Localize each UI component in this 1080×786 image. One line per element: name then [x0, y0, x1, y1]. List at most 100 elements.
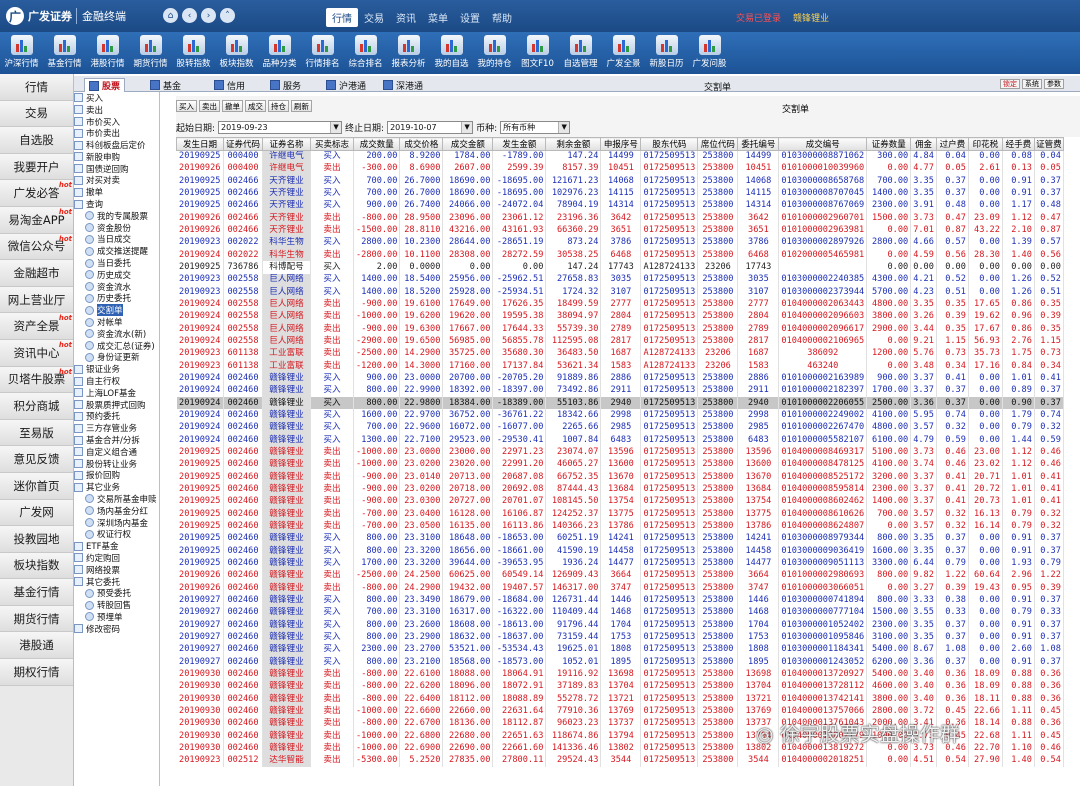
- table-row[interactable]: 20190926 002466 天齐锂业 卖出 -1500.00 28.8110 43216…: [176, 224, 1064, 237]
- start-date-field[interactable]: 2019-09-23 ▼: [218, 120, 343, 134]
- tree-item[interactable]: 历史成交: [74, 269, 159, 281]
- left-nav-item[interactable]: 资讯中心 hot: [0, 339, 73, 367]
- left-nav-item[interactable]: 我要开户: [0, 153, 73, 181]
- tree-item[interactable]: 交割单: [74, 304, 159, 317]
- column-header[interactable]: 委托编号: [737, 137, 780, 151]
- table-row[interactable]: 20190925 002466 天齐锂业 买入 700.00 26.7000 18690.0…: [176, 187, 1064, 200]
- table-row[interactable]: 20190925 002460 赣锋锂业 卖出 -1000.00 23.0000 23000…: [176, 446, 1064, 459]
- table-row[interactable]: 20190927 002460 赣锋锂业 买入 800.00 23.3490 18679.0…: [176, 594, 1064, 607]
- tree-item[interactable]: 预埋单: [74, 611, 159, 623]
- menu-item[interactable]: 菜单: [422, 8, 454, 27]
- column-header[interactable]: 申报序号: [600, 137, 642, 151]
- tree-item[interactable]: 预约委托: [74, 411, 159, 422]
- toolbar-button[interactable]: 基金行情: [43, 32, 86, 74]
- tree-item[interactable]: ETF基金: [74, 540, 159, 552]
- column-header[interactable]: 成交金额: [442, 137, 494, 151]
- toolbar-button[interactable]: 沪深行情: [0, 32, 43, 74]
- left-nav-item[interactable]: 投教园地: [0, 526, 73, 553]
- tab-hk-connect-sz[interactable]: 深港通: [379, 78, 427, 92]
- table-row[interactable]: 20190924 002460 赣锋锂业 买入 900.00 23.0000 20700.0…: [176, 372, 1064, 385]
- tree-item[interactable]: 交易所基金申赎: [74, 493, 159, 505]
- collapse-icon[interactable]: ˄: [220, 8, 235, 23]
- tree-item[interactable]: 其它委托: [74, 576, 159, 587]
- table-row[interactable]: 20190924 002558 巨人网络 卖出 -900.00 19.6100 17649.…: [176, 298, 1064, 311]
- tab-service[interactable]: 服务: [266, 78, 305, 92]
- table-row[interactable]: 20190930 002460 赣锋锂业 卖出 -1000.00 22.6600 22660…: [176, 705, 1064, 718]
- tree-item[interactable]: 国债逆回购: [74, 163, 159, 175]
- table-row[interactable]: 20190925 002466 天齐锂业 买入 900.00 26.7400 24066.0…: [176, 199, 1064, 213]
- table-row[interactable]: 20190924 002460 赣锋锂业 买入 1300.00 22.7100 29523.…: [176, 434, 1064, 447]
- tree-item[interactable]: 银证业务: [74, 363, 159, 375]
- toolbar-button[interactable]: 我的持仓: [473, 32, 516, 74]
- tree-item[interactable]: 查询: [74, 198, 159, 210]
- chevron-down-icon[interactable]: ▼: [558, 121, 570, 133]
- table-row[interactable]: 20190924 002460 赣锋锂业 买入 800.00 22.9800 18384.0…: [176, 397, 1064, 410]
- tree-item[interactable]: 深圳场内基金: [74, 517, 159, 528]
- column-header[interactable]: 印花税: [967, 137, 1003, 151]
- table-row[interactable]: 20190926 000400 许继电气 卖出 -300.00 8.6900 2607.00…: [176, 162, 1064, 176]
- tree-item[interactable]: 卖出: [74, 104, 159, 116]
- table-row[interactable]: 20190924 002460 赣锋锂业 买入 1600.00 22.9700 36752.…: [176, 409, 1064, 422]
- tab-hk-connect-sh[interactable]: 沪港通: [322, 78, 370, 92]
- left-nav-item[interactable]: 广发必答 hot: [0, 180, 73, 207]
- menu-item[interactable]: 设置: [454, 8, 486, 27]
- tree-item[interactable]: 对买对卖: [74, 175, 159, 186]
- tree-item[interactable]: 股票质押式回购: [74, 399, 159, 411]
- table-row[interactable]: 20190925 002460 赣锋锂业 卖出 -1000.00 23.0200 23020…: [176, 458, 1064, 472]
- toolbar-button[interactable]: 行情排名: [301, 32, 344, 74]
- sub-toolbar-button[interactable]: 买入: [176, 100, 197, 112]
- table-row[interactable]: 20190923 002558 巨人网络 买入 1400.00 18.5400 25956.…: [176, 273, 1064, 287]
- table-row[interactable]: 20190927 002460 赣锋锂业 买入 800.00 23.2600 18608.0…: [176, 618, 1064, 632]
- table-row[interactable]: 20190925 002460 赣锋锂业 买入 1700.00 23.3200 39644.…: [176, 557, 1064, 570]
- params-button[interactable]: 参数: [1044, 79, 1064, 89]
- currency-select[interactable]: 所有币种 ▼: [500, 120, 571, 134]
- menu-item[interactable]: 帮助: [486, 8, 518, 27]
- tree-item[interactable]: 场内基金分红: [74, 505, 159, 517]
- system-button[interactable]: 系统: [1022, 79, 1042, 89]
- tree-item[interactable]: 历史委托: [74, 293, 159, 304]
- toolbar-button[interactable]: 广发全景: [602, 32, 645, 74]
- toolbar-button[interactable]: 广发问股: [688, 32, 731, 74]
- table-row[interactable]: 20190925 002466 天齐锂业 买入 700.00 26.7000 18690.0…: [176, 175, 1064, 188]
- column-header[interactable]: 成交数量: [352, 137, 401, 151]
- table-row[interactable]: 20190926 002460 赣锋锂业 卖出 -800.00 24.2900 19432.…: [176, 581, 1064, 595]
- left-nav-item[interactable]: 基金行情: [0, 579, 73, 606]
- sub-toolbar-button[interactable]: 撤单: [222, 100, 243, 112]
- back-icon[interactable]: ‹: [182, 8, 197, 23]
- menu-item[interactable]: 资讯: [390, 8, 422, 27]
- table-row[interactable]: 20190930 002460 赣锋锂业 卖出 -800.00 22.6200 18096.…: [176, 680, 1064, 693]
- table-row[interactable]: 20190926 002466 天齐锂业 卖出 -800.00 28.9500 23096.…: [176, 212, 1064, 225]
- table-row[interactable]: 20190926 002460 赣锋锂业 卖出 -2500.00 24.2500 60625…: [176, 569, 1064, 582]
- toolbar-button[interactable]: 板块指数: [215, 32, 258, 74]
- column-header[interactable]: 证券名称: [262, 137, 311, 151]
- toolbar-button[interactable]: 我的自选: [430, 32, 473, 74]
- sub-toolbar-button[interactable]: 成交: [245, 100, 266, 112]
- table-row[interactable]: 20190925 002460 赣锋锂业 卖出 -900.00 23.0300 20727.…: [176, 495, 1064, 509]
- tab-fund[interactable]: 基金: [146, 78, 185, 92]
- table-row[interactable]: 20190930 002460 赣锋锂业 卖出 -800.00 22.6100 18088.…: [176, 668, 1064, 681]
- tree-item[interactable]: 成交推送提醒: [74, 245, 159, 257]
- left-nav-item[interactable]: 金融超市: [0, 260, 73, 287]
- tab-stock[interactable]: 股票: [84, 78, 126, 92]
- tree-item[interactable]: 当日成交: [74, 234, 159, 245]
- table-row[interactable]: 20190927 002460 赣锋锂业 买入 700.00 23.3100 16317.0…: [176, 606, 1064, 619]
- left-nav-item[interactable]: 积分商城: [0, 393, 73, 420]
- table-row[interactable]: 20190924 002558 巨人网络 卖出 -1000.00 19.6200 19620…: [176, 310, 1064, 324]
- sub-toolbar-button[interactable]: 持仓: [268, 100, 289, 112]
- column-header[interactable]: 发生日期: [176, 137, 224, 151]
- toolbar-button[interactable]: 期货行情: [129, 32, 172, 74]
- tree-item[interactable]: 我的专属股票: [74, 210, 159, 222]
- table-row[interactable]: 20190925 002460 赣锋锂业 买入 800.00 23.3200 18656.0…: [176, 545, 1064, 558]
- column-header[interactable]: 席位代码: [697, 137, 739, 151]
- column-header[interactable]: 佣金: [910, 137, 937, 151]
- tree-item[interactable]: 修改密码: [74, 623, 159, 635]
- table-row[interactable]: 20190927 002460 赣锋锂业 买入 800.00 23.2900 18632.0…: [176, 631, 1064, 644]
- left-nav-item[interactable]: 易淘金APP hot: [0, 206, 73, 234]
- left-nav-item[interactable]: 广发网: [0, 499, 73, 527]
- sub-toolbar-button[interactable]: 卖出: [199, 100, 220, 112]
- table-row[interactable]: 20190923 002558 巨人网络 买入 1400.00 18.5200 25928.…: [176, 286, 1064, 299]
- table-row[interactable]: 20190923 002512 达华智能 卖出 -5300.00 5.2520 27835.…: [176, 754, 1064, 767]
- tree-item[interactable]: 报价回购: [74, 470, 159, 481]
- column-header[interactable]: 买卖标志: [310, 137, 354, 151]
- table-row[interactable]: 20190924 002558 巨人网络 卖出 -2900.00 19.6500 56985…: [176, 335, 1064, 348]
